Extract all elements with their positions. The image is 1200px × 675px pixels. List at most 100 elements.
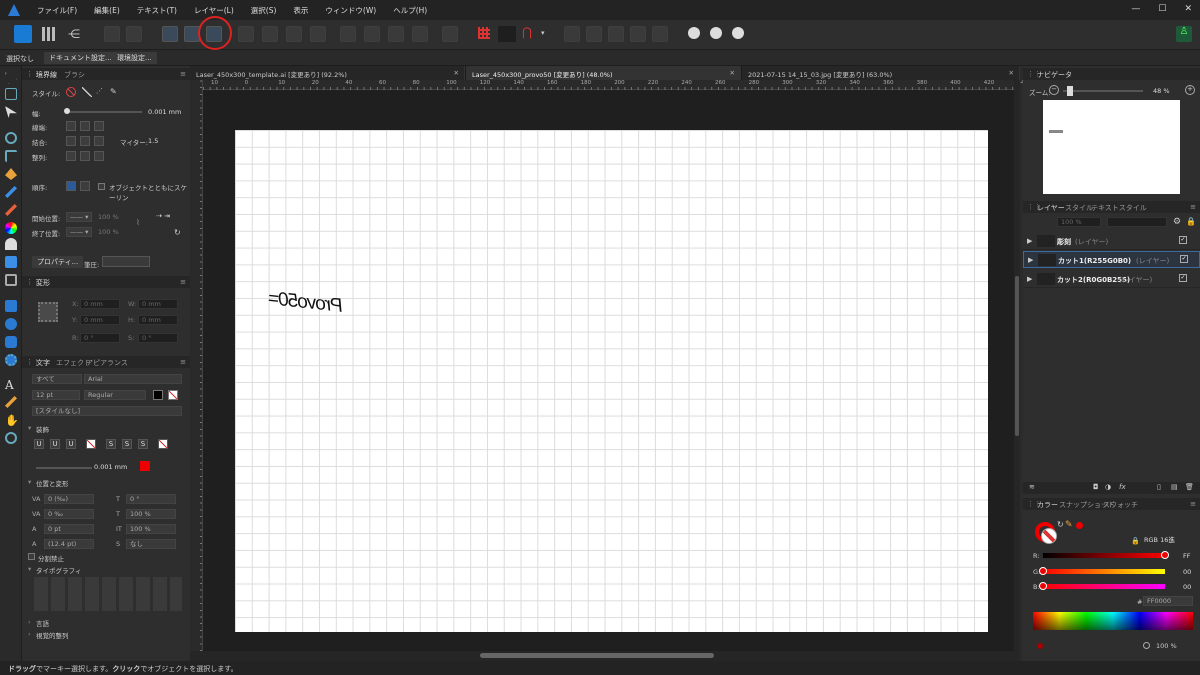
texture-line-icon[interactable]: ✎ <box>110 87 120 97</box>
scale-checkbox[interactable] <box>98 183 105 190</box>
reset-icon[interactable]: ↻ <box>174 228 181 237</box>
align-outside-icon[interactable] <box>94 151 104 161</box>
tab-appearance[interactable]: アピアランス <box>86 358 128 368</box>
arrange-forward-icon[interactable] <box>286 26 302 42</box>
expand-icon[interactable]: ▶ <box>1027 237 1032 245</box>
opacity-field[interactable]: 100 % <box>1057 217 1101 227</box>
green-slider-knob[interactable] <box>1039 567 1047 575</box>
anchor-selector-icon[interactable] <box>38 302 58 322</box>
place-image-icon[interactable] <box>5 256 17 268</box>
dash-line-icon[interactable]: ⋰ <box>96 87 106 97</box>
text-stroke-swatch[interactable] <box>168 390 178 400</box>
minimize-icon[interactable]: — <box>1131 4 1140 14</box>
lock-icon[interactable]: 🔒 <box>1186 217 1196 226</box>
panel-menu-icon[interactable]: ≡ <box>1190 500 1196 508</box>
menu-edit[interactable]: 編集(E) <box>94 5 120 16</box>
canvas-viewport[interactable]: Provo50= <box>203 90 1014 651</box>
close-icon[interactable]: ✕ <box>1184 4 1192 14</box>
zoom-value[interactable]: 48 % <box>1153 87 1170 95</box>
panel-menu-icon[interactable]: ≡ <box>1190 203 1196 211</box>
fill-color-well[interactable] <box>1041 528 1057 544</box>
blue-slider[interactable] <box>1043 584 1165 589</box>
ellipse-tool-icon[interactable] <box>5 318 17 330</box>
menu-select[interactable]: 選択(S) <box>251 5 277 16</box>
canvas-text-mirrored[interactable]: Provo50= <box>268 288 344 318</box>
rounded-rect-icon[interactable] <box>5 336 17 348</box>
color-picker-icon[interactable]: ✎ <box>1065 520 1073 530</box>
brush-tool-icon[interactable] <box>5 204 17 216</box>
size-select[interactable]: 12 pt <box>32 390 80 400</box>
flip-v-icon[interactable] <box>364 26 380 42</box>
designer-persona-icon[interactable] <box>14 25 32 43</box>
width-slider[interactable] <box>66 111 142 113</box>
stroke-front-icon[interactable] <box>80 181 90 191</box>
bevel-join-icon[interactable] <box>94 136 104 146</box>
butt-cap-icon[interactable] <box>66 121 76 131</box>
rectangle-tool-icon[interactable] <box>5 300 17 312</box>
swap-arrows-icon[interactable]: ⇢ ⇥ <box>156 212 170 220</box>
insert-inside-icon[interactable] <box>688 27 700 39</box>
insert-top-icon[interactable] <box>732 27 744 39</box>
menu-help[interactable]: ヘルプ(H) <box>393 5 427 16</box>
chevron-down-icon[interactable]: ▾ <box>541 29 545 37</box>
vscroll-thumb[interactable] <box>1015 276 1019 436</box>
leading-field[interactable]: (12.4 pt) <box>44 539 94 549</box>
expand-icon[interactable]: ▶ <box>1028 256 1033 264</box>
close-tab-icon[interactable]: ✕ <box>1009 69 1014 77</box>
maximize-icon[interactable]: ☐ <box>1158 4 1166 14</box>
lock-icon[interactable]: 🔒 <box>1131 537 1140 545</box>
scope-select[interactable]: すべて <box>32 374 82 384</box>
tab-stroke[interactable]: 境界線 <box>36 70 57 80</box>
menu-view[interactable]: 表示 <box>293 5 308 16</box>
h-field[interactable]: 0 mm <box>138 315 178 325</box>
insert-behind-icon[interactable] <box>710 27 722 39</box>
color-spectrum[interactable] <box>1033 612 1193 630</box>
properties-button[interactable]: プロパティ... <box>32 256 84 268</box>
tab-styles[interactable]: スタイル <box>1065 203 1093 213</box>
width-value[interactable]: 0.001 mm <box>148 108 181 116</box>
crop-tool-icon[interactable] <box>5 274 17 286</box>
align-inside-icon[interactable] <box>80 151 90 161</box>
visibility-checkbox[interactable]: ✓ <box>1179 274 1187 282</box>
artboard[interactable]: Provo50= <box>235 130 988 632</box>
eyedropper-icon[interactable] <box>5 396 17 408</box>
red-slider[interactable] <box>1043 553 1165 558</box>
menu-window[interactable]: ウィンドウ(W) <box>325 5 376 16</box>
close-tab-icon[interactable]: ✕ <box>454 69 459 77</box>
pencil-tool-icon[interactable] <box>5 186 17 198</box>
boolean-add-icon[interactable] <box>564 26 580 42</box>
tab-template[interactable]: Laser_450x300_template.ai [変更あり] (92.2%)… <box>190 66 465 80</box>
color-fill-icon[interactable] <box>5 222 17 234</box>
panel-menu-icon[interactable]: ≡ <box>180 358 186 366</box>
boolean-subtract-icon[interactable] <box>586 26 602 42</box>
document-setup-button[interactable]: ドキュメント設定... <box>44 52 117 64</box>
fill-tool-icon[interactable] <box>5 238 17 250</box>
swap-icon[interactable]: ↻ <box>1057 520 1064 529</box>
group-icon[interactable]: ▤ <box>1171 483 1178 491</box>
rotation-field[interactable]: 0 ° <box>80 333 120 343</box>
zoom-out-icon[interactable]: − <box>1049 85 1059 95</box>
boolean-divide-icon[interactable] <box>652 26 668 42</box>
shape-gear-icon[interactable] <box>5 354 17 366</box>
expand-icon[interactable]: ▶ <box>1027 275 1032 283</box>
y-field[interactable]: 0 mm <box>80 315 120 325</box>
deco-color-swatch[interactable] <box>140 461 150 471</box>
node-tool-icon[interactable] <box>5 106 17 118</box>
solid-line-icon[interactable] <box>82 87 92 97</box>
point-transform-icon[interactable] <box>5 150 17 162</box>
stroke-behind-icon[interactable] <box>66 181 76 191</box>
miter-value[interactable]: 1.5 <box>148 137 158 145</box>
underline-icon[interactable]: U <box>34 439 44 449</box>
underline-none-icon[interactable] <box>86 439 96 449</box>
visibility-checkbox[interactable]: ✓ <box>1179 236 1187 244</box>
navigator-preview[interactable] <box>1043 100 1180 194</box>
green-value[interactable]: 00 <box>1183 568 1191 576</box>
corner-tool-icon[interactable] <box>5 132 17 144</box>
layer-row[interactable]: ▶ カット2(R0G0B255) (レイヤー) ✓ <box>1023 271 1200 288</box>
language-label[interactable]: 言語 <box>36 618 49 628</box>
tab-text-styles[interactable]: テキストスタイル <box>1091 203 1147 213</box>
tracking-field[interactable]: 0 ‰ <box>44 509 94 519</box>
boolean-intersect-icon[interactable] <box>608 26 624 42</box>
add-layer-icon[interactable]: ▯ <box>1157 483 1161 491</box>
skew-field[interactable]: なし <box>126 539 176 549</box>
